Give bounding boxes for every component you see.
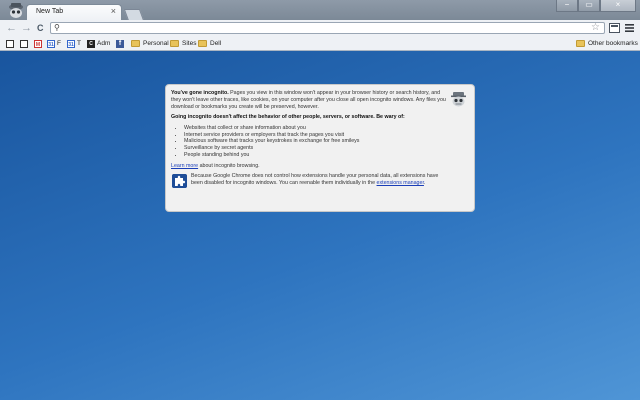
close-window-button[interactable]: × xyxy=(600,0,636,12)
bookmark-item[interactable] xyxy=(20,39,30,48)
other-bookmarks[interactable]: Other bookmarks xyxy=(576,39,638,48)
folder-icon xyxy=(198,40,207,47)
maximize-button[interactable]: ▭ xyxy=(578,0,600,12)
admin-icon: C xyxy=(87,39,95,48)
facebook-icon: f xyxy=(116,39,124,48)
list-item: People standing behind you xyxy=(184,152,448,159)
bookmark-item[interactable]: 31 F xyxy=(47,39,61,48)
folder-icon xyxy=(576,40,585,47)
forward-button[interactable]: → xyxy=(21,22,32,35)
incognito-intro: You've gone incognito. Pages you view in… xyxy=(171,90,446,110)
bookmark-folder-sites[interactable]: Sites xyxy=(170,39,196,48)
minimize-button[interactable]: − xyxy=(556,0,578,12)
page-menu-icon[interactable] xyxy=(609,23,620,33)
bookmarks-bar: M 31 F 31 T C Adm f Personal Sites Dell … xyxy=(0,37,640,51)
back-button[interactable]: ← xyxy=(6,22,17,35)
gmail-icon: M xyxy=(34,39,42,48)
folder-icon xyxy=(131,40,140,47)
star-icon[interactable]: ☆ xyxy=(591,22,600,33)
bookmark-item[interactable]: 31 T xyxy=(67,39,81,48)
tab-title: New Tab xyxy=(36,8,64,15)
page-icon xyxy=(20,39,28,48)
bookmark-folder-personal[interactable]: Personal xyxy=(131,39,169,48)
bookmark-folder-dell[interactable]: Dell xyxy=(198,39,221,48)
wrench-menu-icon[interactable] xyxy=(625,24,634,32)
extensions-manager-link[interactable]: extensions manager xyxy=(377,180,424,186)
spy-icon xyxy=(451,92,466,107)
incognito-page: You've gone incognito. Pages you view in… xyxy=(0,51,640,400)
tab-new-tab[interactable]: New Tab × xyxy=(26,4,122,21)
title-bar: New Tab × − ▭ × xyxy=(0,0,640,21)
puzzle-piece-icon xyxy=(172,174,187,189)
wary-list: Websites that collect or share informati… xyxy=(184,125,448,160)
omnibox[interactable]: ⚲ ☆ xyxy=(50,22,605,34)
calendar-icon: 31 xyxy=(47,39,55,48)
search-icon: ⚲ xyxy=(54,23,60,32)
folder-icon xyxy=(170,40,179,47)
bookmark-item-adm[interactable]: C Adm xyxy=(87,39,110,48)
list-item: Surveillance by secret agents xyxy=(184,145,448,152)
reload-button[interactable]: C xyxy=(37,22,44,35)
toolbar: ← → C ⚲ ☆ xyxy=(0,20,640,37)
page-icon xyxy=(6,39,14,48)
tab-close-icon[interactable]: × xyxy=(111,6,116,16)
incognito-info-box: You've gone incognito. Pages you view in… xyxy=(165,84,475,212)
list-item: Websites that collect or share informati… xyxy=(184,125,448,132)
bookmark-item[interactable] xyxy=(6,39,16,48)
window-controls: − ▭ × xyxy=(556,0,636,12)
list-item: Internet service providers or employers … xyxy=(184,132,448,139)
list-item: Malicious software that tracks your keys… xyxy=(184,138,448,145)
calendar-icon: 31 xyxy=(67,39,75,48)
browser-window: New Tab × − ▭ × ← → C ⚲ ☆ M 31 F 31 T C … xyxy=(0,0,640,400)
incognito-avatar-icon xyxy=(9,3,23,18)
incognito-warning: Going incognito doesn't affect the behav… xyxy=(171,114,405,121)
extensions-notice: Because Google Chrome does not control h… xyxy=(171,173,448,189)
learn-more-line: Learn more about incognito browsing. xyxy=(171,162,260,169)
bookmark-item[interactable]: M xyxy=(34,39,44,48)
bookmark-item-facebook[interactable]: f xyxy=(116,39,126,48)
learn-more-link[interactable]: Learn more xyxy=(171,163,198,169)
